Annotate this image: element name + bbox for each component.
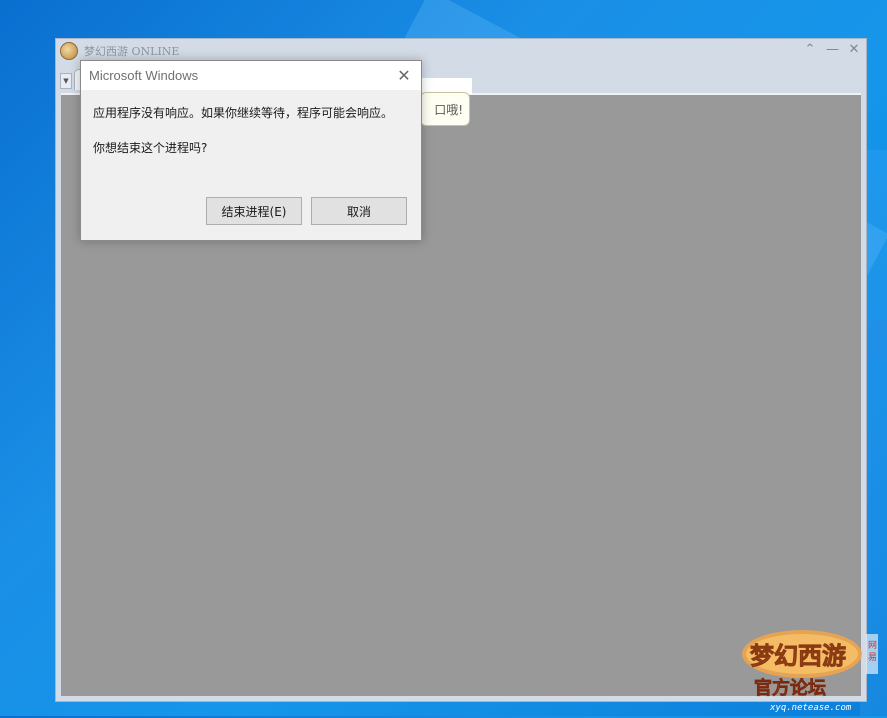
close-icon[interactable]: ✕ — [848, 43, 860, 57]
dialog-question: 你想结束这个进程吗? — [93, 141, 208, 155]
svg-text:官方论坛: 官方论坛 — [754, 677, 826, 699]
close-icon: ✕ — [397, 65, 411, 85]
game-app-icon — [60, 42, 78, 60]
cancel-button[interactable]: 取消 — [311, 197, 407, 225]
svg-text:梦幻西游: 梦幻西游 — [750, 642, 846, 670]
dialog-title: Microsoft Windows — [89, 68, 199, 83]
game-window-title: 梦幻西游 ONLINE — [84, 45, 180, 58]
tooltip-text: 口哦! — [434, 102, 463, 117]
minimize-icon[interactable]: — — [826, 43, 839, 57]
window-controls: ⌃ — ✕ — [804, 43, 860, 57]
forum-watermark-logo: 梦幻西游 网 易 官方论坛 xyq.netease.com — [740, 626, 885, 714]
dialog-titlebar[interactable]: Microsoft Windows ✕ — [81, 61, 421, 91]
watermark-logo-graphic: 梦幻西游 网 易 官方论坛 xyq.netease.com — [742, 630, 878, 713]
not-responding-dialog: Microsoft Windows ✕ 应用程序没有响应。如果你继续等待，程序可… — [80, 60, 422, 241]
svg-text:易: 易 — [868, 652, 877, 663]
close-button[interactable]: ✕ — [393, 64, 415, 86]
end-process-button[interactable]: 结束进程(E) — [206, 197, 302, 225]
tab-dropdown-button[interactable]: ▼ — [60, 73, 72, 89]
svg-text:网: 网 — [868, 640, 877, 651]
hint-tooltip: 口哦! — [420, 92, 470, 126]
chevron-up-icon[interactable]: ⌃ — [804, 43, 816, 57]
chevron-down-icon: ▼ — [63, 77, 69, 85]
dialog-message: 应用程序没有响应。如果你继续等待，程序可能会响应。 — [93, 106, 394, 120]
svg-text:xyq.netease.com: xyq.netease.com — [769, 703, 852, 713]
